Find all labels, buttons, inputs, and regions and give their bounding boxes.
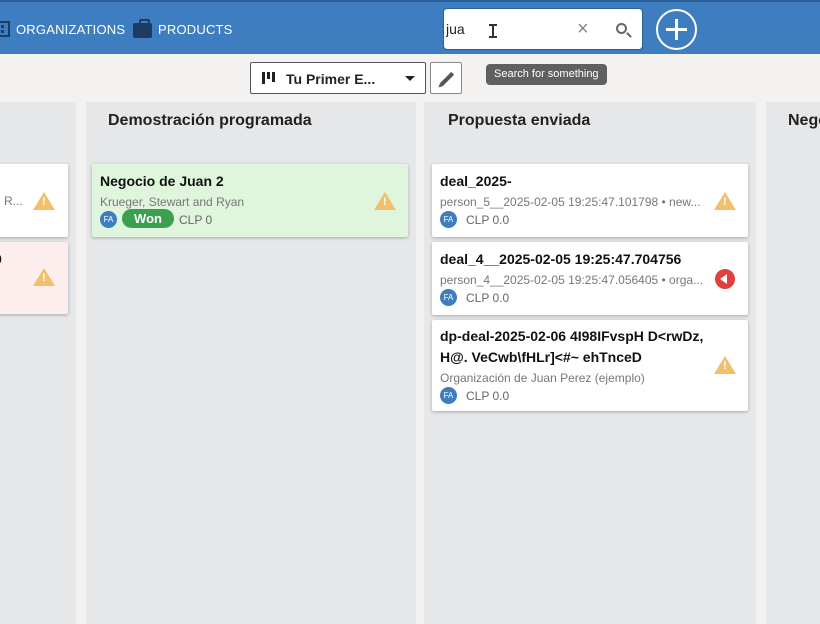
- deal-amount: CLP 0: [179, 213, 213, 227]
- nav-products[interactable]: PRODUCTS: [133, 18, 233, 39]
- deal-card[interactable]: 9: [0, 242, 68, 314]
- top-nav: ORGANIZATIONS PRODUCTS ×: [0, 0, 820, 54]
- deal-card-title: Negocio de Juan 2: [100, 173, 224, 189]
- stage-title: Nego: [788, 112, 820, 129]
- warning-icon: [33, 192, 55, 210]
- warning-icon: [374, 192, 396, 210]
- stage-column-right: Nego: [766, 102, 820, 624]
- edit-pipeline-button[interactable]: [430, 62, 462, 94]
- briefcase-icon: [133, 18, 152, 38]
- deal-card[interactable]: Negocio de Juan 2 Krueger, Stewart and R…: [92, 164, 408, 237]
- pipeline-label: Tu Primer E...: [286, 71, 376, 87]
- stage-title: Propuesta enviada: [448, 112, 591, 129]
- deal-card-title: 9: [0, 249, 2, 270]
- nav-organizations[interactable]: ORGANIZATIONS: [0, 19, 125, 39]
- deal-card-sub: d R...: [0, 194, 23, 208]
- deal-amount: CLP 0.0: [466, 213, 510, 227]
- deal-card-sub: Organización de Juan Perez (ejemplo): [440, 371, 645, 385]
- deal-card-title: deal_2025-: [440, 173, 512, 189]
- deal-card-sub: Krueger, Stewart and Ryan: [100, 195, 245, 209]
- search-box: ×: [443, 8, 643, 50]
- pipeline-select[interactable]: Tu Primer E...: [250, 62, 426, 94]
- nav-organizations-label: ORGANIZATIONS: [16, 21, 126, 37]
- text-cursor-icon: [489, 24, 497, 38]
- chevron-down-icon: [405, 76, 415, 81]
- deal-card-title-line2: H@. VeCwb\fHLr]<#~ ehTnceD: [440, 349, 642, 365]
- stage-column-propuesta: Propuesta enviada deal_2025- person_5__2…: [424, 102, 756, 624]
- deal-card-title: deal_4__2025-02-05 19:25:47.704756: [440, 251, 682, 267]
- stage-title: Demostración programada: [108, 112, 312, 129]
- warning-icon: [714, 356, 736, 374]
- deal-amount: CLP 0.0: [466, 291, 510, 305]
- pipeline-board: d R... 9 Demostración programada Negocio…: [0, 102, 820, 624]
- clear-icon[interactable]: ×: [577, 19, 589, 39]
- warning-icon: [33, 268, 55, 286]
- deal-amount: CLP 0.0: [466, 389, 510, 403]
- pipeline-icon: [262, 72, 276, 84]
- avatar: FA: [440, 211, 457, 228]
- search-input[interactable]: [446, 21, 566, 37]
- stage-column-left: d R... 9: [0, 102, 76, 624]
- warning-icon: [714, 192, 736, 210]
- deal-card-title-line1: dp-deal-2025-02-06 4I98IFvspH D<rwDz,: [440, 328, 704, 344]
- overdue-icon: [715, 269, 735, 289]
- deal-card[interactable]: deal_4__2025-02-05 19:25:47.704756 perso…: [432, 242, 748, 315]
- avatar: FA: [440, 387, 457, 404]
- deal-card-sub: person_5__2025-02-05 19:25:47.101798 • n…: [440, 195, 701, 209]
- deal-card[interactable]: d R...: [0, 164, 68, 237]
- deal-card[interactable]: dp-deal-2025-02-06 4I98IFvspH D<rwDz, H@…: [432, 320, 748, 411]
- status-badge: Won: [122, 209, 174, 228]
- search-icon[interactable]: [616, 23, 627, 34]
- stage-column-demo: Demostración programada Negocio de Juan …: [86, 102, 416, 624]
- avatar: FA: [440, 289, 457, 306]
- building-icon: [0, 21, 10, 37]
- add-button[interactable]: [656, 9, 697, 50]
- avatar: FA: [100, 211, 117, 228]
- deal-card[interactable]: deal_2025- person_5__2025-02-05 19:25:47…: [432, 164, 748, 237]
- pencil-icon: [439, 71, 455, 87]
- deal-card-sub: person_4__2025-02-05 19:25:47.056405 • o…: [440, 273, 704, 287]
- search-tooltip: Search for something: [486, 64, 607, 85]
- nav-products-label: PRODUCTS: [158, 21, 233, 37]
